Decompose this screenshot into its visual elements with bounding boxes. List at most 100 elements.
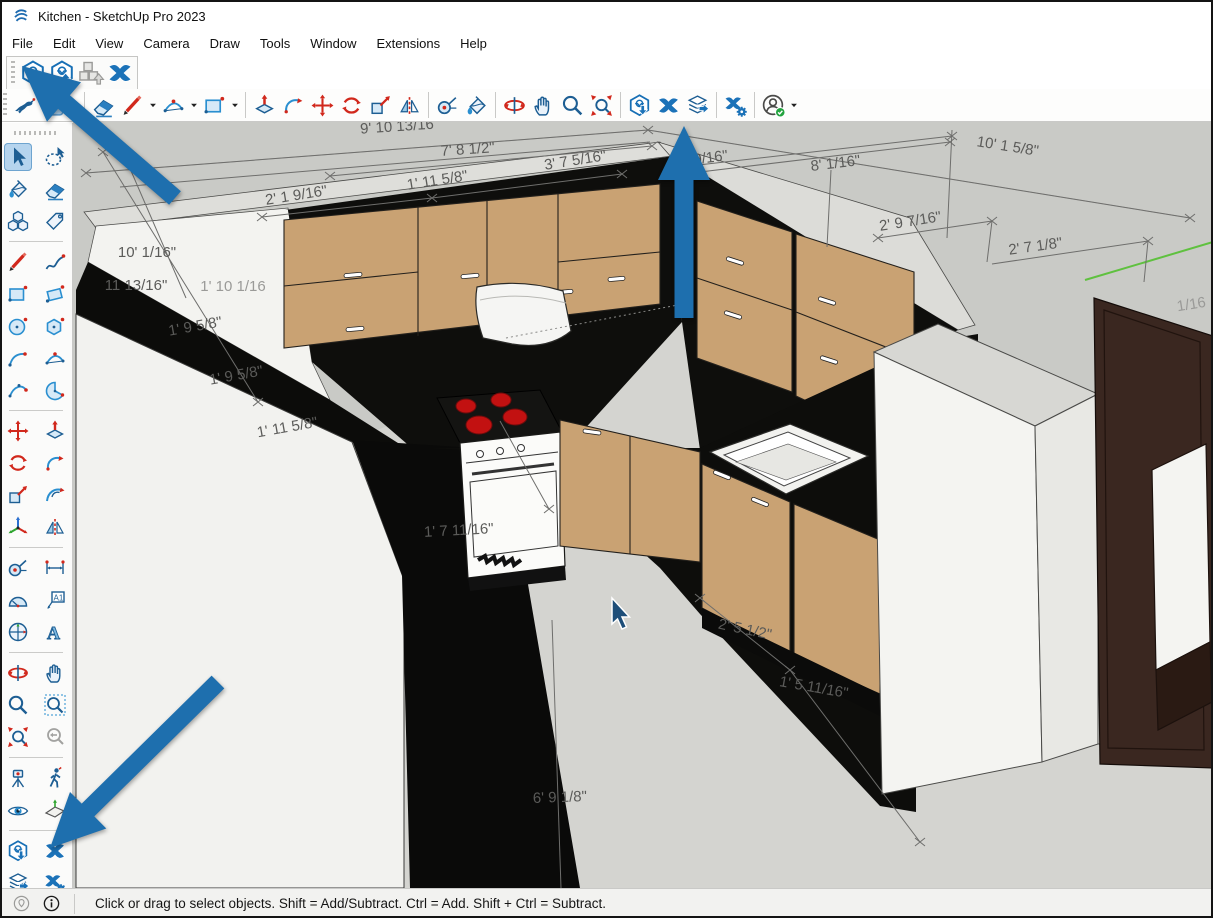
toolbar-grip[interactable] — [11, 61, 15, 85]
section-plane-button[interactable] — [41, 796, 69, 824]
trimble-connect-settings-button[interactable] — [721, 91, 750, 120]
zoom-extents-button[interactable] — [4, 723, 32, 751]
dimension-label: 10' 1/16" — [118, 244, 176, 261]
paint-bucket-button[interactable] — [4, 175, 32, 203]
orbit-button[interactable] — [4, 659, 32, 687]
line-tool-button[interactable] — [4, 248, 32, 276]
menu-draw[interactable]: Draw — [200, 34, 250, 53]
flip-button[interactable] — [395, 91, 424, 120]
two-point-arc-button[interactable] — [41, 344, 69, 372]
zoom-previous-button[interactable] — [41, 723, 69, 751]
status-bar: Click or drag to select objects. Shift =… — [0, 888, 1213, 918]
zoom-button[interactable] — [4, 691, 32, 719]
follow-me-button[interactable] — [41, 449, 69, 477]
scale-button[interactable] — [4, 481, 32, 509]
account-button[interactable] — [759, 91, 788, 120]
title-bar: Kitchen - SketchUp Pro 2023 — [0, 0, 1213, 32]
pan-button[interactable] — [41, 659, 69, 687]
eraser-button[interactable] — [41, 175, 69, 203]
push-pull-button[interactable] — [41, 417, 69, 445]
walnut-cabinet[interactable] — [1094, 298, 1211, 768]
arc-tool-button[interactable] — [4, 344, 32, 372]
geolocation-icon[interactable] — [10, 893, 32, 915]
tape-measure-button[interactable] — [433, 91, 462, 120]
pan-button[interactable] — [529, 91, 558, 120]
open-trimble-connect-button[interactable] — [18, 59, 47, 88]
tape-measure-button[interactable] — [4, 554, 32, 582]
rotate-button[interactable] — [337, 91, 366, 120]
toolbar-separator — [428, 92, 429, 118]
palette-separator — [9, 410, 63, 411]
rectangle-tool-button[interactable] — [200, 91, 229, 120]
open-trimble-connect-button[interactable] — [625, 91, 654, 120]
viewport-3d[interactable]: 9' 10 13/16" 7' 8 1/2" 3' 7 5/16" 1' 11 … — [73, 122, 1211, 888]
menu-extensions[interactable]: Extensions — [367, 34, 451, 53]
publish-model-button[interactable] — [47, 59, 76, 88]
3d-text-button[interactable] — [41, 618, 69, 646]
circle-tool-button[interactable] — [4, 312, 32, 340]
tag-tool-button[interactable] — [41, 207, 69, 235]
trimble-connect-button[interactable] — [105, 59, 134, 88]
menu-camera[interactable]: Camera — [133, 34, 199, 53]
rotated-rectangle-button[interactable] — [41, 280, 69, 308]
eraser-button[interactable] — [89, 91, 118, 120]
follow-me-button[interactable] — [279, 91, 308, 120]
make-component-button[interactable] — [4, 207, 32, 235]
menu-help[interactable]: Help — [450, 34, 497, 53]
rotate-button[interactable] — [4, 449, 32, 477]
active-tool-button[interactable] — [39, 91, 68, 120]
look-around-button[interactable] — [4, 796, 32, 824]
rectangle-tool-button[interactable] — [4, 280, 32, 308]
polygon-tool-button[interactable] — [41, 312, 69, 340]
flip-button[interactable] — [41, 513, 69, 541]
offset-button[interactable] — [41, 481, 69, 509]
trimble-connect-button[interactable] — [654, 91, 683, 120]
range-hood[interactable] — [476, 283, 571, 345]
dimension-label: 6' 9 1/8" — [533, 788, 588, 807]
chevron-down-icon[interactable] — [147, 91, 159, 120]
protractor-button[interactable] — [4, 586, 32, 614]
publish-collaboration-button[interactable] — [683, 91, 712, 120]
toolbar-separator — [495, 92, 496, 118]
menu-tools[interactable]: Tools — [250, 34, 300, 53]
line-tool-button[interactable] — [118, 91, 147, 120]
menu-window[interactable]: Window — [300, 34, 366, 53]
dimension-label: 1' 10 1/16 — [200, 278, 265, 295]
toolbar-grip[interactable] — [14, 131, 58, 135]
extension-tool-button[interactable] — [10, 91, 39, 120]
chevron-down-icon[interactable] — [229, 91, 241, 120]
position-camera-button[interactable] — [4, 764, 32, 792]
menu-edit[interactable]: Edit — [43, 34, 85, 53]
paint-bucket-button[interactable] — [462, 91, 491, 120]
freehand-tool-button[interactable] — [41, 248, 69, 276]
toolbar-grip[interactable] — [3, 93, 7, 117]
chevron-down-icon[interactable] — [788, 91, 800, 120]
open-trimble-connect-button[interactable] — [4, 837, 32, 865]
push-pull-button[interactable] — [250, 91, 279, 120]
dimension-tool-button[interactable] — [41, 554, 69, 582]
axes-arrows-button[interactable] — [4, 513, 32, 541]
lasso-tool-button[interactable] — [41, 143, 69, 171]
palette-separator — [9, 547, 63, 548]
select-tool-button[interactable] — [4, 143, 32, 171]
model-info-icon[interactable] — [40, 893, 62, 915]
menu-file[interactable]: File — [2, 34, 43, 53]
pie-tool-button[interactable] — [41, 376, 69, 404]
scale-button[interactable] — [366, 91, 395, 120]
text-tool-button[interactable] — [41, 586, 69, 614]
walk-button[interactable] — [41, 764, 69, 792]
three-point-arc-button[interactable] — [4, 376, 32, 404]
arc-tool-button[interactable] — [159, 91, 188, 120]
move-button[interactable] — [308, 91, 337, 120]
chevron-down-icon[interactable] — [68, 91, 80, 120]
move-button[interactable] — [4, 417, 32, 445]
zoom-button[interactable] — [558, 91, 587, 120]
publish-component-button[interactable] — [76, 59, 105, 88]
chevron-down-icon[interactable] — [188, 91, 200, 120]
orbit-button[interactable] — [500, 91, 529, 120]
menu-view[interactable]: View — [85, 34, 133, 53]
axes-tool-button[interactable] — [4, 618, 32, 646]
trimble-connect-button[interactable] — [41, 837, 69, 865]
zoom-extents-button[interactable] — [587, 91, 616, 120]
zoom-window-button[interactable] — [41, 691, 69, 719]
